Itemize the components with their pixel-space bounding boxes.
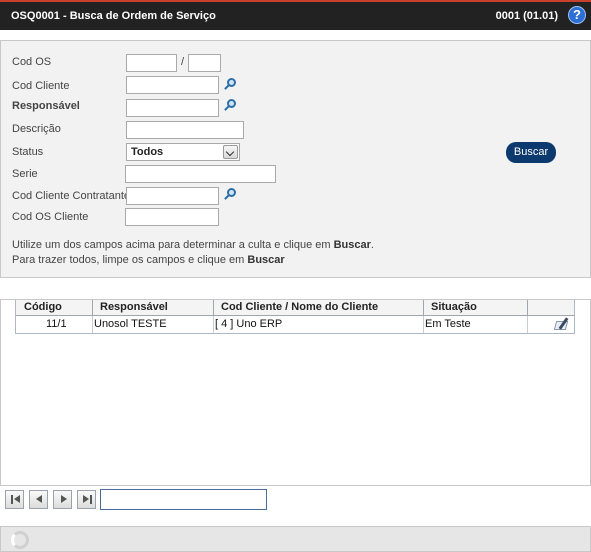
responsavel-lookup-icon[interactable] [223, 99, 237, 113]
page-input[interactable] [100, 489, 267, 510]
status-footer [0, 526, 591, 552]
previous-page-icon[interactable] [29, 490, 48, 509]
results-panel: Código Responsável Cod Cliente / Nome do… [0, 299, 591, 486]
cod-os-label: Cod OS [12, 56, 52, 68]
table-row[interactable]: 11/1 Unosol TESTE [ 4 ] Uno ERP Em Teste [16, 316, 574, 333]
column-header-responsavel[interactable]: Responsável [100, 301, 168, 313]
next-page-icon[interactable] [53, 490, 72, 509]
search-hint-line-1: Utilize um dos campos acima para determi… [12, 239, 374, 251]
responsavel-label: Responsável [12, 100, 80, 112]
serie-label: Serie [12, 168, 38, 180]
cod-cliente-lookup-icon[interactable] [223, 78, 237, 92]
loading-spinner-icon [11, 531, 29, 549]
cod-os-input[interactable] [126, 54, 177, 72]
first-page-icon[interactable] [5, 490, 24, 509]
cell-cliente: [ 4 ] Uno ERP [215, 318, 283, 330]
cod-os-separator: / [181, 56, 185, 68]
cod-os-cliente-label: Cod OS Cliente [12, 211, 89, 223]
chevron-down-icon[interactable] [223, 145, 238, 159]
status-label: Status [12, 146, 44, 158]
column-header-cliente[interactable]: Cod Cliente / Nome do Cliente [221, 301, 378, 313]
cod-cliente-input[interactable] [126, 76, 219, 94]
page-title: OSQ0001 - Busca de Ordem de Serviço [11, 10, 216, 22]
cod-os-suffix-input[interactable] [188, 54, 221, 72]
cod-cliente-contratante-input[interactable] [126, 187, 219, 205]
descricao-label: Descrição [12, 123, 61, 135]
results-table: Código Responsável Cod Cliente / Nome do… [15, 300, 575, 334]
cell-responsavel: Unosol TESTE [94, 318, 167, 330]
status-selected-value: Todos [131, 146, 164, 158]
version-label: 0001 (01.01) [495, 10, 558, 22]
pagination-bar [0, 488, 591, 512]
cod-cliente-contratante-lookup-icon[interactable] [223, 188, 237, 202]
column-header-codigo[interactable]: Código [24, 301, 62, 313]
cod-os-cliente-input[interactable] [125, 208, 219, 226]
cod-cliente-label: Cod Cliente [12, 80, 70, 92]
descricao-input[interactable] [126, 121, 244, 139]
last-page-icon[interactable] [77, 490, 96, 509]
buscar-button[interactable]: Buscar [506, 142, 556, 163]
search-hint-line-2: Para trazer todos, limpe os campos e cli… [12, 254, 285, 266]
cell-codigo: 11/1 [46, 318, 67, 330]
help-icon[interactable]: ? [568, 6, 586, 24]
edit-icon[interactable] [553, 317, 573, 331]
table-header: Código Responsável Cod Cliente / Nome do… [16, 300, 574, 316]
search-form: Cod OS / Cod Cliente Responsável Descriç… [0, 40, 591, 278]
cod-cliente-contratante-label: Cod Cliente Contratante [12, 190, 131, 202]
serie-input[interactable] [125, 165, 276, 183]
responsavel-input[interactable] [126, 99, 219, 117]
title-bar: OSQ0001 - Busca de Ordem de Serviço 0001… [0, 0, 591, 30]
cell-situacao: Em Teste [425, 318, 471, 330]
column-header-situacao[interactable]: Situação [431, 301, 477, 313]
status-select[interactable]: Todos [126, 143, 240, 161]
